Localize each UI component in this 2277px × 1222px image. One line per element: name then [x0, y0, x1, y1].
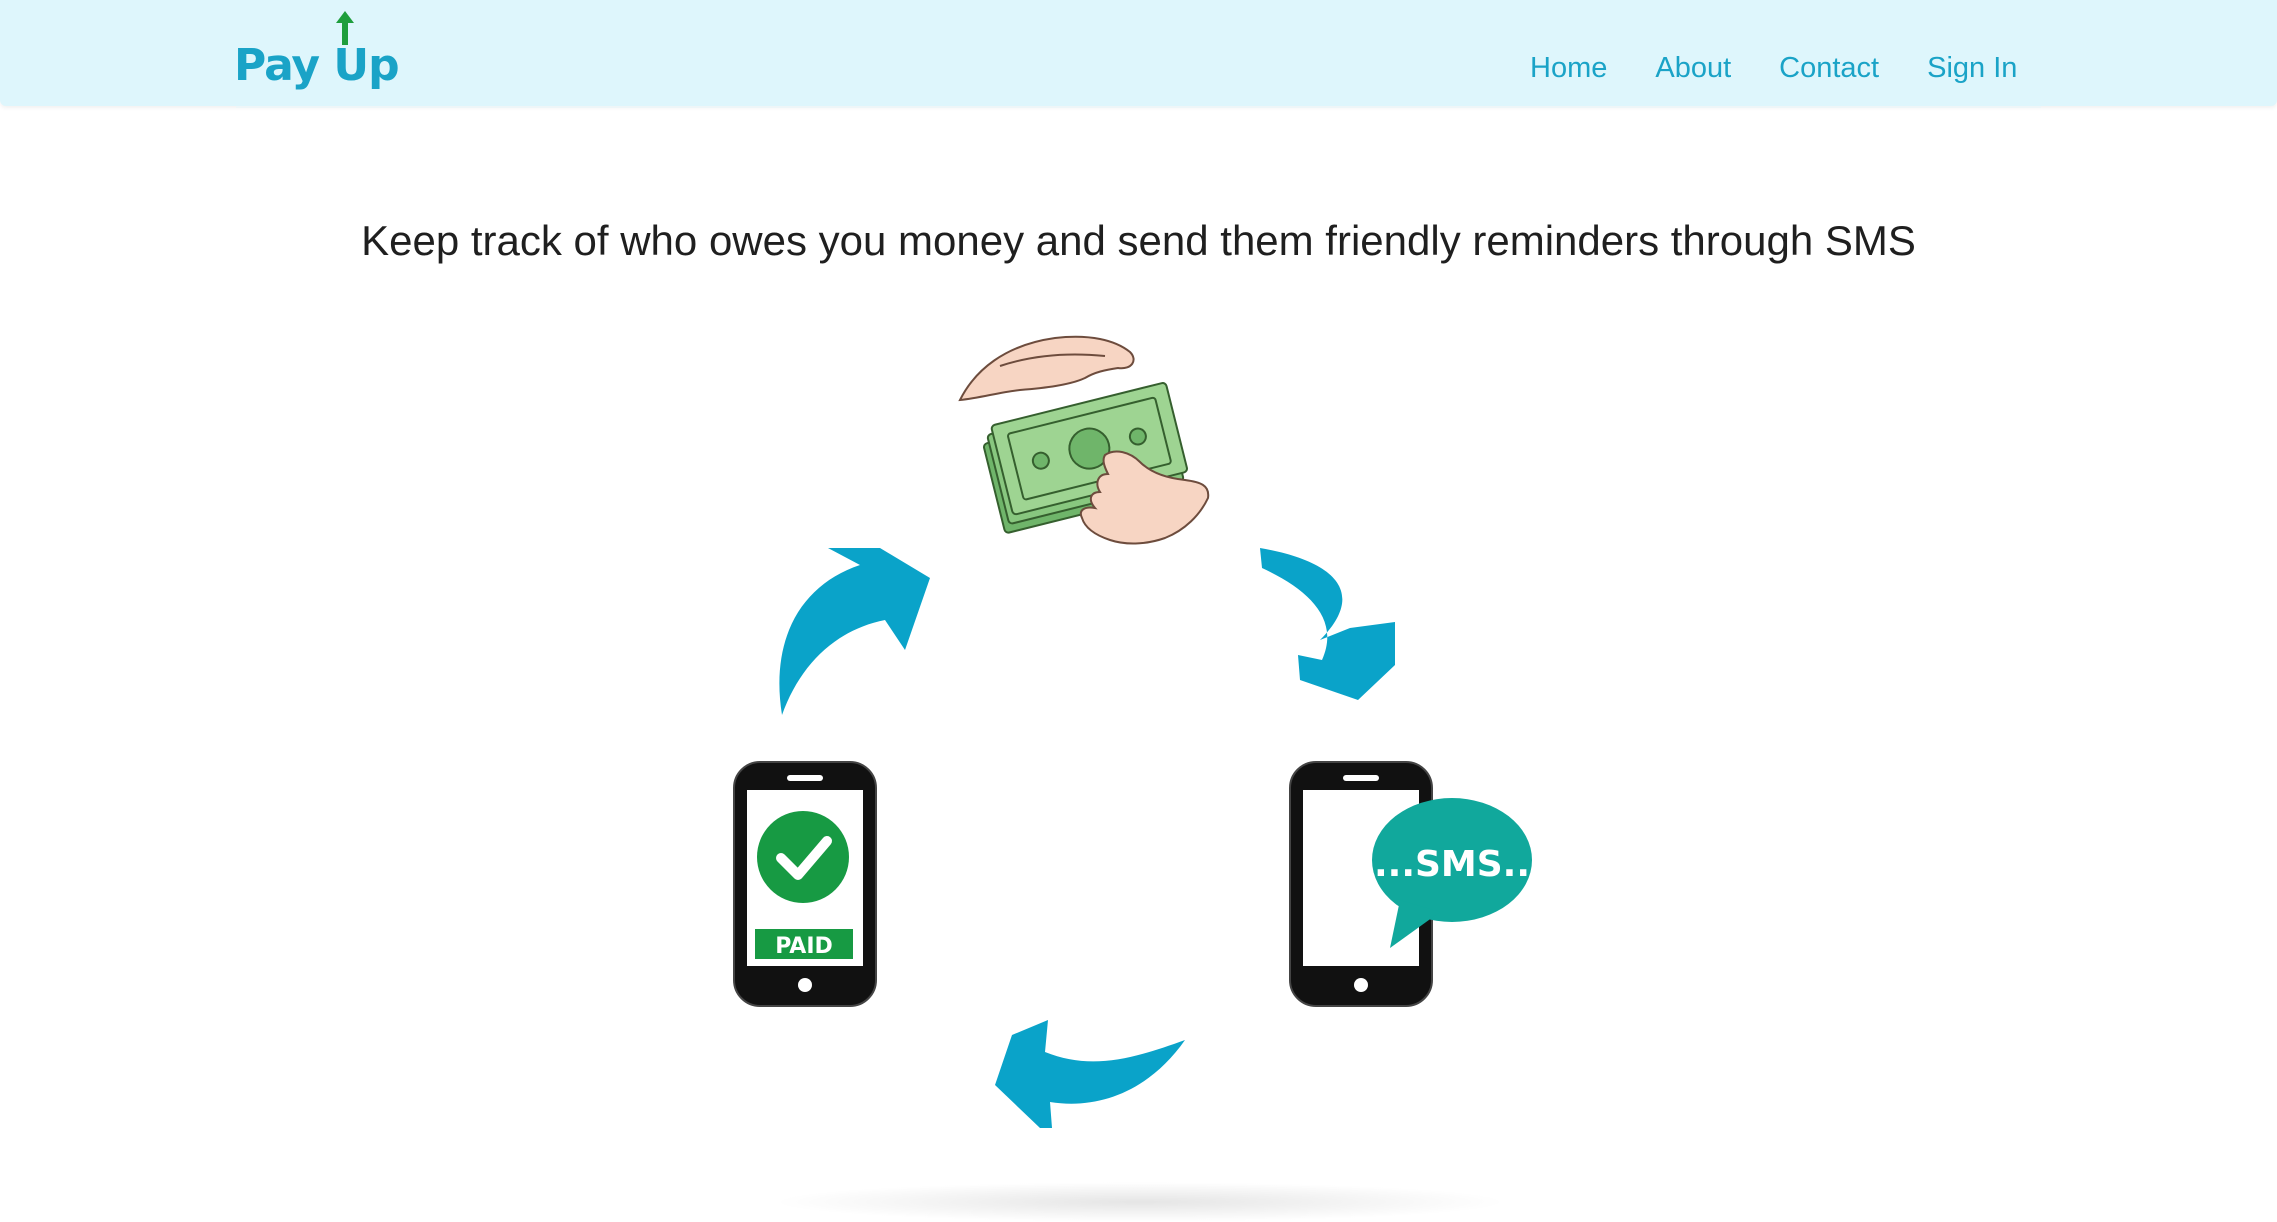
paid-phone-icon: PAID — [733, 761, 877, 1007]
arrow-to-sms-icon — [1260, 548, 1395, 700]
sms-bubble-icon: ...SMS.. — [1372, 798, 1532, 948]
sms-phone-icon: ...SMS.. — [1289, 761, 1532, 1007]
money-handoff-icon — [958, 335, 1210, 545]
paid-label: PAID — [775, 934, 833, 959]
paid-check-icon — [757, 811, 849, 903]
footer-shadow — [770, 1182, 1510, 1222]
receiving-hand — [958, 335, 1135, 402]
arrow-to-money-icon — [779, 548, 930, 715]
arrow-to-paid-icon — [995, 1020, 1185, 1128]
payment-cycle-illustration: ...SMS.. PAID — [733, 335, 1532, 1128]
sms-bubble-label: ...SMS.. — [1374, 844, 1530, 885]
